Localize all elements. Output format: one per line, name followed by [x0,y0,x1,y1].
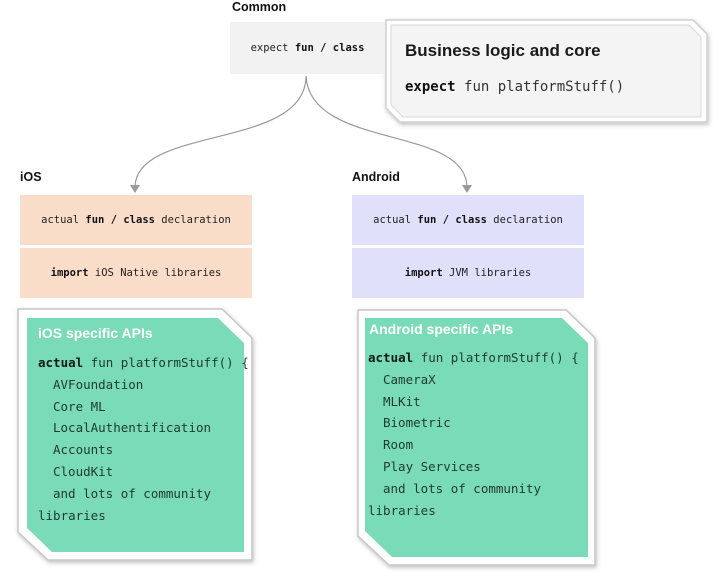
ios-code-line: Core ML [53,398,106,414]
android-row2-kw: import [404,267,443,279]
common-sep: / [320,42,327,54]
android-code-line: and lots of community [383,480,542,496]
ios-code-first-line: actual fun platformStuff() { [38,352,249,374]
callout-code-keyword: expect [405,79,456,95]
android-code-line: MLKit [383,393,421,409]
android-code-line: Biometric [383,415,451,431]
ios-row1-prefix: actual [41,214,80,226]
common-prefix: expect [250,42,289,54]
android-row1-sep: / [442,214,450,226]
android-import-box: import JVM libraries [352,248,584,298]
ios-row1-kw-fun: fun [85,214,105,226]
ios-row1-suffix: declaration [161,214,231,226]
android-row1-suffix: declaration [493,214,563,226]
callout-title: Business logic and core [405,41,601,60]
android-title: Android [352,170,400,184]
android-row1-prefix: actual [373,214,412,226]
arrow-to-ios [134,75,307,188]
android-row2-rest: JVM libraries [449,267,532,279]
ios-row2-kw: import [50,267,89,279]
arrowhead-ios [130,185,140,193]
common-title: Common [232,0,287,14]
android-code-keyword: actual [368,350,414,365]
ios-code-line: LocalAuthentification [53,420,212,436]
android-code-line: Play Services [383,458,481,474]
android-row1-kw-class: class [455,214,487,226]
ios-row1-sep: / [110,214,118,226]
common-box: expect fun / class [230,22,385,74]
android-card-title: Android specific APIs [369,321,514,337]
ios-code-last-line: libraries [38,507,106,523]
android-row1-kw-fun: fun [417,214,437,226]
android-code-signature: fun platformStuff() { [420,350,579,365]
common-kw-class: class [332,42,365,54]
callout-code-rest: fun platformStuff() [464,79,625,95]
ios-code-line: and lots of community [53,485,212,501]
ios-code-signature: fun platformStuff() { [90,355,249,370]
ios-code-line: Accounts [53,442,114,458]
ios-import-box: import iOS Native libraries [20,248,252,298]
android-card-code: actual fun platformStuff() { CameraX MLK… [368,347,579,521]
ios-card-title: iOS specific APIs [38,325,153,341]
ios-code-keyword: actual [38,355,84,370]
ios-card-code: actual fun platformStuff() { AVFoundatio… [38,352,249,526]
android-code-last-line: libraries [368,502,436,518]
android-code-first-line: actual fun platformStuff() { [368,347,579,369]
android-code-line: CameraX [383,371,436,387]
android-code-line: Room [383,437,414,453]
ios-row2-rest: iOS Native libraries [94,267,222,279]
android-declaration-box: actual fun / class declaration [352,195,584,245]
ios-code-line: AVFoundation [53,376,144,392]
ios-title: iOS [20,170,42,184]
callout-code: expect fun platformStuff() [405,79,624,95]
common-kw-fun: fun [294,42,314,54]
ios-declaration-box: actual fun / class declaration [20,195,252,245]
ios-row1-kw-class: class [123,214,155,226]
ios-code-line: CloudKit [53,463,114,479]
arrowhead-android [462,185,472,193]
